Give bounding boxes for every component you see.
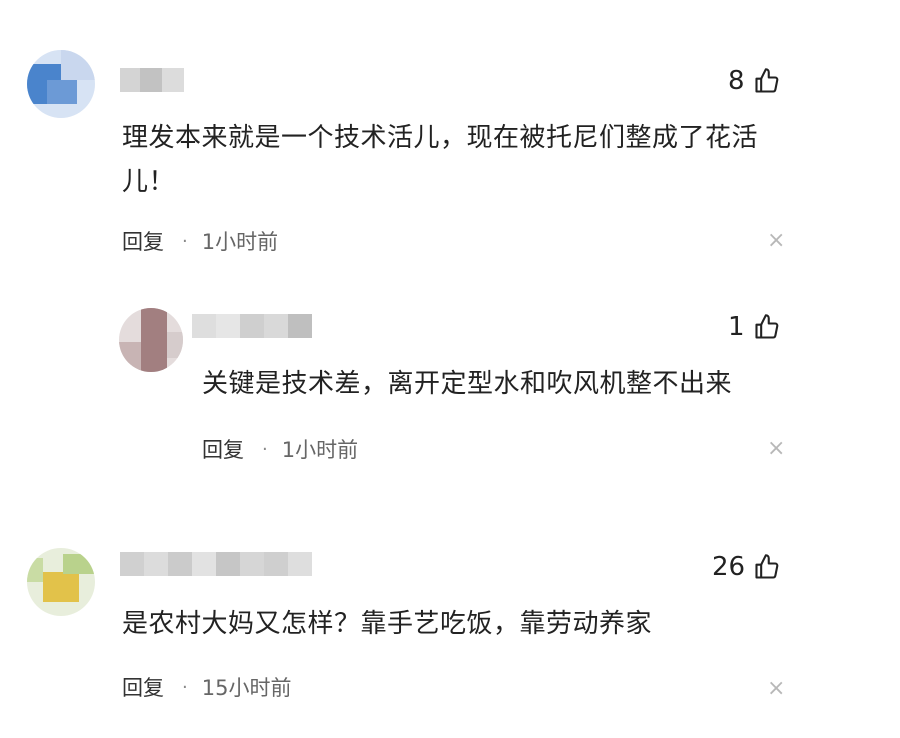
like-button[interactable]: 8 <box>728 66 781 96</box>
reply-item: 1 关键是技术差，离开定型水和吹风机整不出来 回复 · 1小时前 × <box>0 290 900 490</box>
avatar[interactable] <box>27 50 95 118</box>
thumbs-up-icon <box>754 68 778 93</box>
username-blurred[interactable] <box>192 314 312 338</box>
comment-item: 8 理发本来就是一个技术活儿，现在被托尼们整成了花活儿！ 回复 · 1小时前 × <box>0 0 900 280</box>
comment-actions: 回复 · 15小时前 <box>122 672 291 702</box>
reply-button[interactable]: 回复 <box>202 434 244 464</box>
comment-item: 26 是农村大妈又怎样？靠手艺吃饭，靠劳动养家 回复 · 15小时前 × <box>0 530 900 738</box>
avatar[interactable] <box>27 548 95 616</box>
timestamp: 15小时前 <box>201 676 292 700</box>
reply-button[interactable]: 回复 <box>122 226 164 256</box>
separator-dot: · <box>182 676 188 698</box>
avatar[interactable] <box>119 308 183 372</box>
separator-dot: · <box>182 230 188 252</box>
like-count: 26 <box>712 552 746 582</box>
separator-dot: · <box>262 438 268 460</box>
comment-text: 理发本来就是一个技术活儿，现在被托尼们整成了花活儿！ <box>122 123 759 197</box>
reply-button[interactable]: 回复 <box>122 672 164 702</box>
username-blurred[interactable] <box>120 552 312 576</box>
close-icon[interactable]: × <box>767 678 785 700</box>
close-icon[interactable]: × <box>767 438 785 460</box>
like-button[interactable]: 26 <box>712 552 781 582</box>
close-icon[interactable]: × <box>767 230 785 252</box>
like-button[interactable]: 1 <box>728 312 781 342</box>
comment-actions: 回复 · 1小时前 <box>202 434 358 464</box>
thumbs-up-icon <box>755 554 779 579</box>
thumbs-up-icon <box>754 314 778 339</box>
comment-text: 是农村大妈又怎样？靠手艺吃饭，靠劳动养家 <box>122 609 653 639</box>
username-blurred[interactable] <box>120 68 184 92</box>
comment-text: 关键是技术差，离开定型水和吹风机整不出来 <box>202 369 733 399</box>
comment-actions: 回复 · 1小时前 <box>122 226 278 256</box>
like-count: 8 <box>728 66 745 96</box>
timestamp: 1小时前 <box>281 438 359 462</box>
like-count: 1 <box>728 312 745 342</box>
timestamp: 1小时前 <box>201 230 279 254</box>
